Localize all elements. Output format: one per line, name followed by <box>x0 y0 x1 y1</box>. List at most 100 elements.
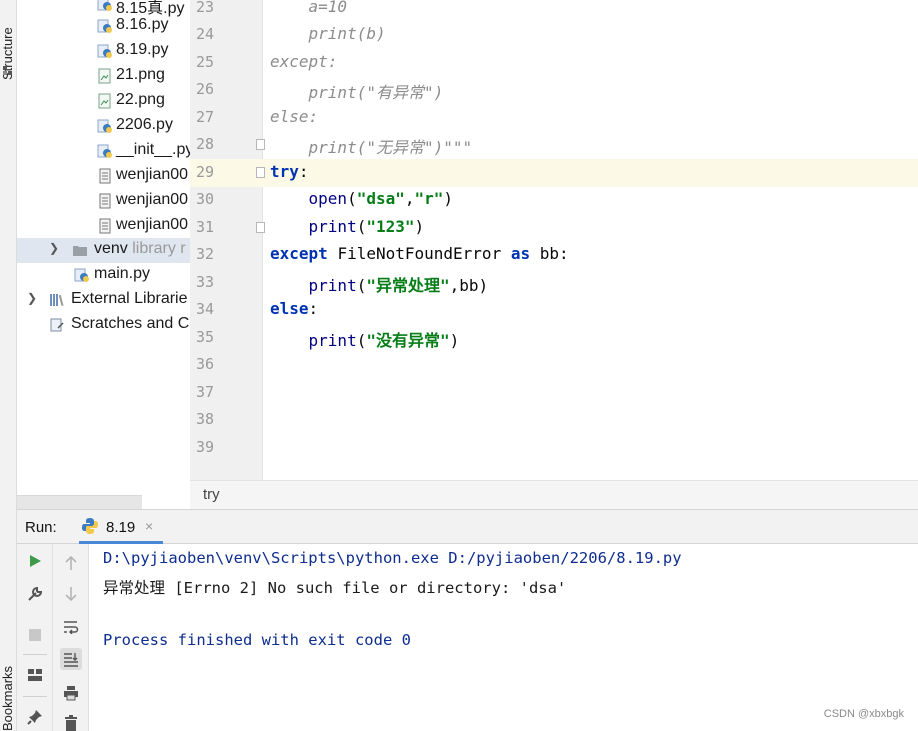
tree-item[interactable]: __init__.py <box>17 139 190 164</box>
chevron-right-icon[interactable]: ❯ <box>49 241 59 255</box>
python-file-icon <box>97 44 112 58</box>
code-token: ) <box>478 276 489 295</box>
printer-icon <box>64 686 78 701</box>
close-icon[interactable]: × <box>145 518 153 534</box>
tree-item[interactable]: 8.19.py <box>17 39 190 64</box>
tree-item[interactable]: wenjian00 <box>17 214 190 239</box>
code-line[interactable]: 35 print("没有异常") <box>190 324 918 352</box>
tree-item-external-libraries[interactable]: ❯ External Librarie <box>17 288 190 313</box>
run-toolbar-secondary <box>53 544 89 731</box>
python-file-icon <box>97 0 112 11</box>
soft-wrap-button[interactable] <box>60 616 82 638</box>
scroll-up-button[interactable] <box>60 552 82 574</box>
code-text: print("有异常") <box>270 83 444 102</box>
code-line[interactable]: 34 else: <box>190 296 918 324</box>
code-token: ) <box>414 217 425 236</box>
folder-icon <box>73 246 87 256</box>
tree-item-label: __init__.py <box>116 141 190 158</box>
code-line-current[interactable]: 29 try: <box>190 159 918 187</box>
line-number: 31 <box>196 218 215 236</box>
stop-icon <box>29 629 41 641</box>
code-token: ( <box>356 276 367 295</box>
scroll-down-button[interactable] <box>60 583 82 605</box>
clear-button[interactable] <box>60 712 82 731</box>
scroll-to-end-button[interactable] <box>60 648 82 670</box>
python-file-icon <box>97 144 112 158</box>
rerun-button[interactable] <box>24 550 46 572</box>
code-editor[interactable]: 23 a=10 24 print(b) 25 except: 26 print(… <box>190 0 918 480</box>
horizontal-scrollbar[interactable] <box>17 495 142 509</box>
code-line[interactable]: 36 <box>190 351 918 379</box>
code-line[interactable]: 39 <box>190 434 918 462</box>
fold-marker-icon[interactable] <box>256 139 265 150</box>
code-keyword: else <box>270 299 309 318</box>
code-string: "123" <box>366 217 415 236</box>
settings-button[interactable] <box>24 583 46 605</box>
run-toolbar-primary <box>17 544 53 731</box>
print-button[interactable] <box>60 682 82 704</box>
code-line[interactable]: 24 print(b) <box>190 21 918 49</box>
python-file-icon <box>97 119 112 133</box>
bookmarks-tab[interactable]: Bookmarks <box>0 666 17 731</box>
code-line[interactable]: 25 except: <box>190 49 918 77</box>
fold-marker-icon[interactable] <box>256 222 265 233</box>
tree-item[interactable]: 22.png <box>17 89 190 114</box>
breadcrumb-item[interactable]: try <box>203 486 220 503</box>
line-number: 25 <box>196 53 215 71</box>
tree-item[interactable]: 8.16.py <box>17 14 190 39</box>
code-line[interactable]: 31 print("123") <box>190 214 918 242</box>
code-text: open("dsa","r") <box>270 189 454 208</box>
text-file-icon <box>99 218 111 234</box>
run-console-output[interactable]: D:\pyjiaoben\venv\Scripts\python.exe D:/… <box>89 544 918 731</box>
code-line[interactable]: 32 except FileNotFoundError as bb: <box>190 241 918 269</box>
code-line[interactable]: 38 <box>190 406 918 434</box>
tree-item[interactable]: 2206.py <box>17 114 190 139</box>
fold-marker-icon[interactable] <box>256 167 265 178</box>
code-line[interactable]: 27 else: <box>190 104 918 132</box>
tree-item-main[interactable]: main.py <box>17 263 190 288</box>
code-line[interactable]: 28 print("无异常")""" <box>190 131 918 159</box>
code-token: ( <box>356 217 367 236</box>
console-exit-line: Process finished with exit code 0 <box>103 631 411 649</box>
line-number: 38 <box>196 410 215 428</box>
line-number: 32 <box>196 245 215 263</box>
watermark: CSDN @xbxbgk <box>823 708 904 720</box>
stop-button[interactable] <box>24 624 46 646</box>
pin-icon <box>27 710 42 725</box>
chevron-right-icon[interactable]: ❯ <box>27 291 37 305</box>
tree-item[interactable]: 21.png <box>17 64 190 89</box>
code-string: "没有异常" <box>366 331 450 350</box>
run-config-tab[interactable]: 8.19 × <box>79 510 163 544</box>
toolbar-divider <box>23 654 47 655</box>
code-keyword: try <box>270 162 299 181</box>
tree-item[interactable]: wenjian00 <box>17 164 190 189</box>
code-keyword: except <box>270 244 328 263</box>
code-line[interactable]: 26 print("有异常") <box>190 76 918 104</box>
code-builtin: print <box>308 276 357 295</box>
code-token: : <box>298 162 309 181</box>
code-line[interactable]: 37 <box>190 379 918 407</box>
code-token: , <box>404 189 415 208</box>
project-tree: 8.15真.py 8.16.py 8.19.py 21.png 22.png 2… <box>17 0 190 495</box>
tree-item-venv[interactable]: ❯ venv library r <box>17 238 190 263</box>
code-line[interactable]: 33 print("异常处理",bb) <box>190 269 918 297</box>
tree-item-label: 22.png <box>116 91 165 108</box>
pin-button[interactable] <box>24 706 46 728</box>
code-line[interactable]: 30 open("dsa","r") <box>190 186 918 214</box>
code-text: print(b) <box>270 24 386 43</box>
tree-item-label: External Librarie <box>71 290 188 307</box>
trash-icon <box>65 715 77 731</box>
tree-item-scratches[interactable]: Scratches and Co <box>17 313 190 338</box>
code-text: a=10 <box>270 0 348 16</box>
code-token: : <box>559 244 569 263</box>
tree-item-label: wenjian00 <box>116 191 189 208</box>
code-line[interactable]: 23 a=10 <box>190 0 918 22</box>
layout-button[interactable] <box>24 664 46 686</box>
breadcrumb[interactable]: try <box>190 480 918 509</box>
code-text: print("没有异常") <box>270 327 460 351</box>
tree-item[interactable]: wenjian00 <box>17 189 190 214</box>
